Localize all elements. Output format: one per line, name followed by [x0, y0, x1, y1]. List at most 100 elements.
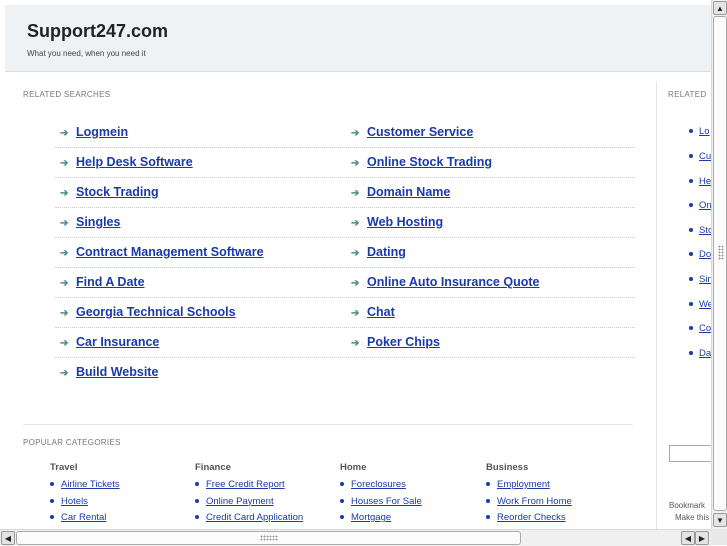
search-row: ➔ Find A Date ➔ Online Auto Insurance Quot… [55, 268, 635, 298]
search-link[interactable]: ➔ Online Auto Insurance Quote [351, 275, 539, 289]
category-link[interactable]: Mortgage [340, 510, 422, 527]
category-link[interactable]: Credit Card Application [195, 510, 303, 527]
bullet-icon [340, 498, 344, 503]
sidebar-link[interactable]: He [689, 176, 711, 187]
sidebar-link[interactable]: Do [689, 249, 711, 260]
arrow-right-icon: ➔ [351, 248, 360, 259]
horizontal-scrollbar[interactable]: ◀ ◀ ▶ [0, 529, 711, 546]
search-link[interactable]: ➔ Web Hosting [351, 215, 443, 229]
bullet-icon [340, 515, 344, 520]
arrow-right-icon: ➔ [60, 218, 69, 229]
category-link[interactable]: Airline Tickets [50, 477, 120, 494]
sidebar-link[interactable]: We [689, 299, 711, 310]
scroll-left-icon[interactable]: ◀ [681, 531, 695, 545]
bullet-icon [50, 482, 54, 487]
category-link[interactable]: Employment [486, 477, 572, 494]
search-row: ➔ Build Website [55, 358, 635, 387]
search-link[interactable]: ➔ Find A Date [60, 275, 145, 289]
section-divider [23, 424, 633, 425]
search-link[interactable]: ➔ Help Desk Software [60, 155, 193, 169]
category-column-travel: Travel Airline Tickets Hotels Car Rental [50, 462, 120, 527]
sidebar-link[interactable]: Da [689, 348, 711, 359]
sidebar-link[interactable]: Sto [689, 225, 711, 236]
scroll-right-icon[interactable]: ▶ [695, 531, 709, 545]
related-searches-grid: ➔ Logmein ➔ Customer Service ➔ Help Desk So… [55, 118, 635, 387]
arrow-right-icon: ➔ [60, 278, 69, 289]
bookmark-text[interactable]: Bookmark [669, 501, 705, 510]
scrollbar-corner [711, 529, 727, 545]
bullet-icon [689, 351, 693, 356]
page-viewport: Support247.com What you need, when you n… [0, 0, 711, 529]
scroll-down-icon[interactable]: ▼ [713, 513, 727, 527]
bullet-icon [689, 277, 693, 282]
arrow-right-icon: ➔ [60, 368, 69, 379]
category-title: Home [340, 462, 367, 473]
scroll-up-icon[interactable]: ▲ [713, 1, 727, 15]
arrow-right-icon: ➔ [60, 338, 69, 349]
category-title: Business [486, 462, 529, 473]
bullet-icon [689, 154, 693, 159]
category-link[interactable]: Houses For Sale [340, 494, 422, 511]
search-link[interactable]: ➔ Logmein [60, 125, 128, 139]
search-row: ➔ Help Desk Software ➔ Online Stock Tradin… [55, 148, 635, 178]
bullet-icon [689, 129, 693, 134]
category-link[interactable]: Hotels [50, 494, 120, 511]
category-link[interactable]: Foreclosures [340, 477, 422, 494]
category-link[interactable]: Free Credit Report [195, 477, 303, 494]
category-column-finance: Finance Free Credit Report Online Paymen… [195, 462, 303, 527]
bullet-icon [486, 482, 490, 487]
arrow-right-icon: ➔ [351, 218, 360, 229]
search-link[interactable]: ➔ Build Website [60, 365, 158, 379]
site-tagline: What you need, when you need it [27, 49, 146, 58]
related-searches-label: RELATED SEARCHES [23, 90, 111, 99]
sidebar-link[interactable]: Lo [689, 126, 710, 137]
search-link[interactable]: ➔ Singles [60, 215, 120, 229]
search-link[interactable]: ➔ Poker Chips [351, 335, 440, 349]
right-sidebar: RELATED Lo Cu He On Sto Do Sin We Co Da … [656, 81, 711, 529]
scroll-left-icon[interactable]: ◀ [1, 531, 15, 545]
search-link[interactable]: ➔ Online Stock Trading [351, 155, 492, 169]
category-link[interactable]: Car Rental [50, 510, 120, 527]
category-column-home: Home Foreclosures Houses For Sale Mortga… [340, 462, 422, 527]
bullet-icon [486, 498, 490, 503]
search-link[interactable]: ➔ Georgia Technical Schools [60, 305, 236, 319]
search-link[interactable]: ➔ Chat [351, 305, 395, 319]
sidebar-link[interactable]: On [689, 200, 711, 211]
vertical-scrollbar[interactable]: ▲ ▼ [711, 0, 727, 529]
arrow-right-icon: ➔ [351, 308, 360, 319]
search-row: ➔ Contract Management Software ➔ Dating [55, 238, 635, 268]
arrow-right-icon: ➔ [351, 188, 360, 199]
bullet-icon [689, 302, 693, 307]
bullet-icon [50, 498, 54, 503]
bullet-icon [689, 228, 693, 233]
search-link[interactable]: ➔ Dating [351, 245, 406, 259]
search-link[interactable]: ➔ Domain Name [351, 185, 450, 199]
search-link[interactable]: ➔ Contract Management Software [60, 245, 264, 259]
arrow-right-icon: ➔ [60, 128, 69, 139]
vertical-scroll-thumb[interactable] [713, 16, 727, 511]
search-link[interactable]: ➔ Customer Service [351, 125, 473, 139]
bullet-icon [689, 252, 693, 257]
horizontal-scroll-thumb[interactable] [16, 531, 521, 545]
sidebar-link[interactable]: Co [689, 323, 711, 334]
search-row: ➔ Stock Trading ➔ Domain Name [55, 178, 635, 208]
search-link[interactable]: ➔ Stock Trading [60, 185, 159, 199]
bullet-icon [50, 515, 54, 520]
bullet-icon [195, 498, 199, 503]
sidebar-related-label: RELATED [668, 90, 707, 99]
bullet-icon [689, 179, 693, 184]
sidebar-link[interactable]: Cu [689, 151, 711, 162]
site-title[interactable]: Support247.com [27, 21, 168, 42]
arrow-right-icon: ➔ [351, 158, 360, 169]
arrow-right-icon: ➔ [60, 158, 69, 169]
sidebar-search-input[interactable] [669, 445, 711, 462]
category-link[interactable]: Online Payment [195, 494, 303, 511]
sidebar-link[interactable]: Sin [689, 274, 711, 285]
category-link[interactable]: Reorder Checks [486, 510, 572, 527]
category-link[interactable]: Work From Home [486, 494, 572, 511]
arrow-right-icon: ➔ [351, 278, 360, 289]
category-title: Travel [50, 462, 78, 473]
make-homepage-text[interactable]: Make this [675, 513, 709, 522]
arrow-right-icon: ➔ [60, 188, 69, 199]
search-link[interactable]: ➔ Car Insurance [60, 335, 159, 349]
